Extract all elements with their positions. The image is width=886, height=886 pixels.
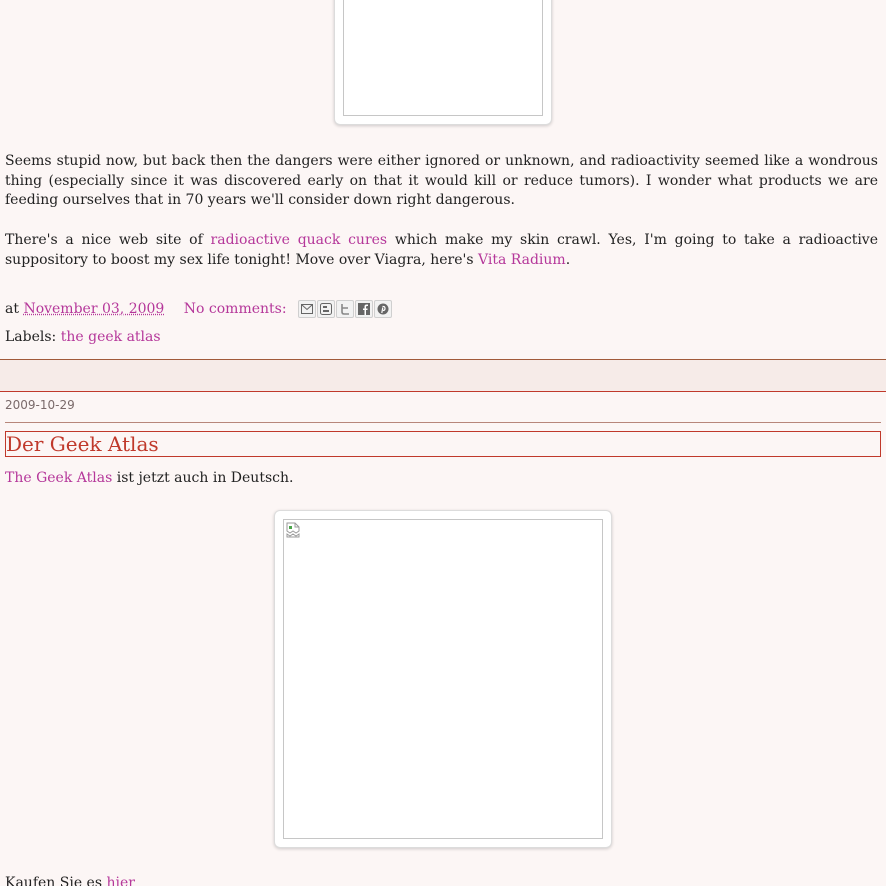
buy-here-link[interactable]: hier: [106, 875, 134, 886]
post-footer: at November 03, 2009 No comments:: [5, 299, 287, 319]
post-paragraph-links: There's a nice web site of radioactive q…: [5, 231, 878, 270]
post-image-frame: [274, 510, 612, 848]
email-share-button[interactable]: [298, 300, 316, 318]
labels-prefix: Labels:: [5, 329, 57, 345]
post-image-frame: [334, 0, 552, 125]
post-timestamp-link[interactable]: November 03, 2009: [23, 301, 164, 317]
email-icon: [301, 304, 313, 314]
pinterest-icon: [377, 303, 389, 315]
facebook-icon: [358, 303, 370, 315]
at-label: at: [5, 301, 19, 317]
text-segment: There's a nice web site of: [5, 232, 211, 248]
post-paragraph: Seems stupid now, but back then the dang…: [5, 153, 878, 209]
geek-atlas-link[interactable]: The Geek Atlas: [5, 470, 112, 486]
post-image[interactable]: [343, 0, 543, 116]
vita-radium-link[interactable]: Vita Radium: [478, 252, 566, 268]
post-image[interactable]: [283, 519, 603, 839]
date-rule: [5, 422, 881, 423]
text-segment: Kaufen Sie es: [5, 875, 107, 886]
date-header: 2009-10-29: [5, 398, 75, 412]
label-link[interactable]: the geek atlas: [61, 329, 161, 345]
post-title[interactable]: Der Geek Atlas: [5, 431, 881, 457]
facebook-share-button[interactable]: [355, 300, 373, 318]
comments-link[interactable]: No comments:: [184, 301, 287, 317]
text-segment: .: [565, 251, 571, 268]
post-separator: [0, 391, 886, 392]
post-gap: [0, 360, 886, 391]
blogger-icon: [320, 303, 332, 315]
radioactive-quack-cures-link[interactable]: radioactive quack cures: [211, 232, 388, 248]
share-buttons: [298, 300, 393, 318]
broken-image-icon: [286, 522, 300, 538]
text-segment: ist jetzt auch in Deutsch.: [112, 470, 294, 486]
blog-page: Seems stupid now, but back then the dang…: [0, 0, 886, 886]
blog-this-button[interactable]: [317, 300, 335, 318]
twitter-icon: [341, 304, 349, 315]
twitter-share-button[interactable]: [336, 300, 354, 318]
post-labels: Labels: the geek atlas: [5, 327, 161, 347]
buy-line: Kaufen Sie es hier: [5, 873, 135, 886]
post-intro: The Geek Atlas ist jetzt auch in Deutsch…: [5, 468, 293, 488]
pinterest-share-button[interactable]: [374, 300, 392, 318]
